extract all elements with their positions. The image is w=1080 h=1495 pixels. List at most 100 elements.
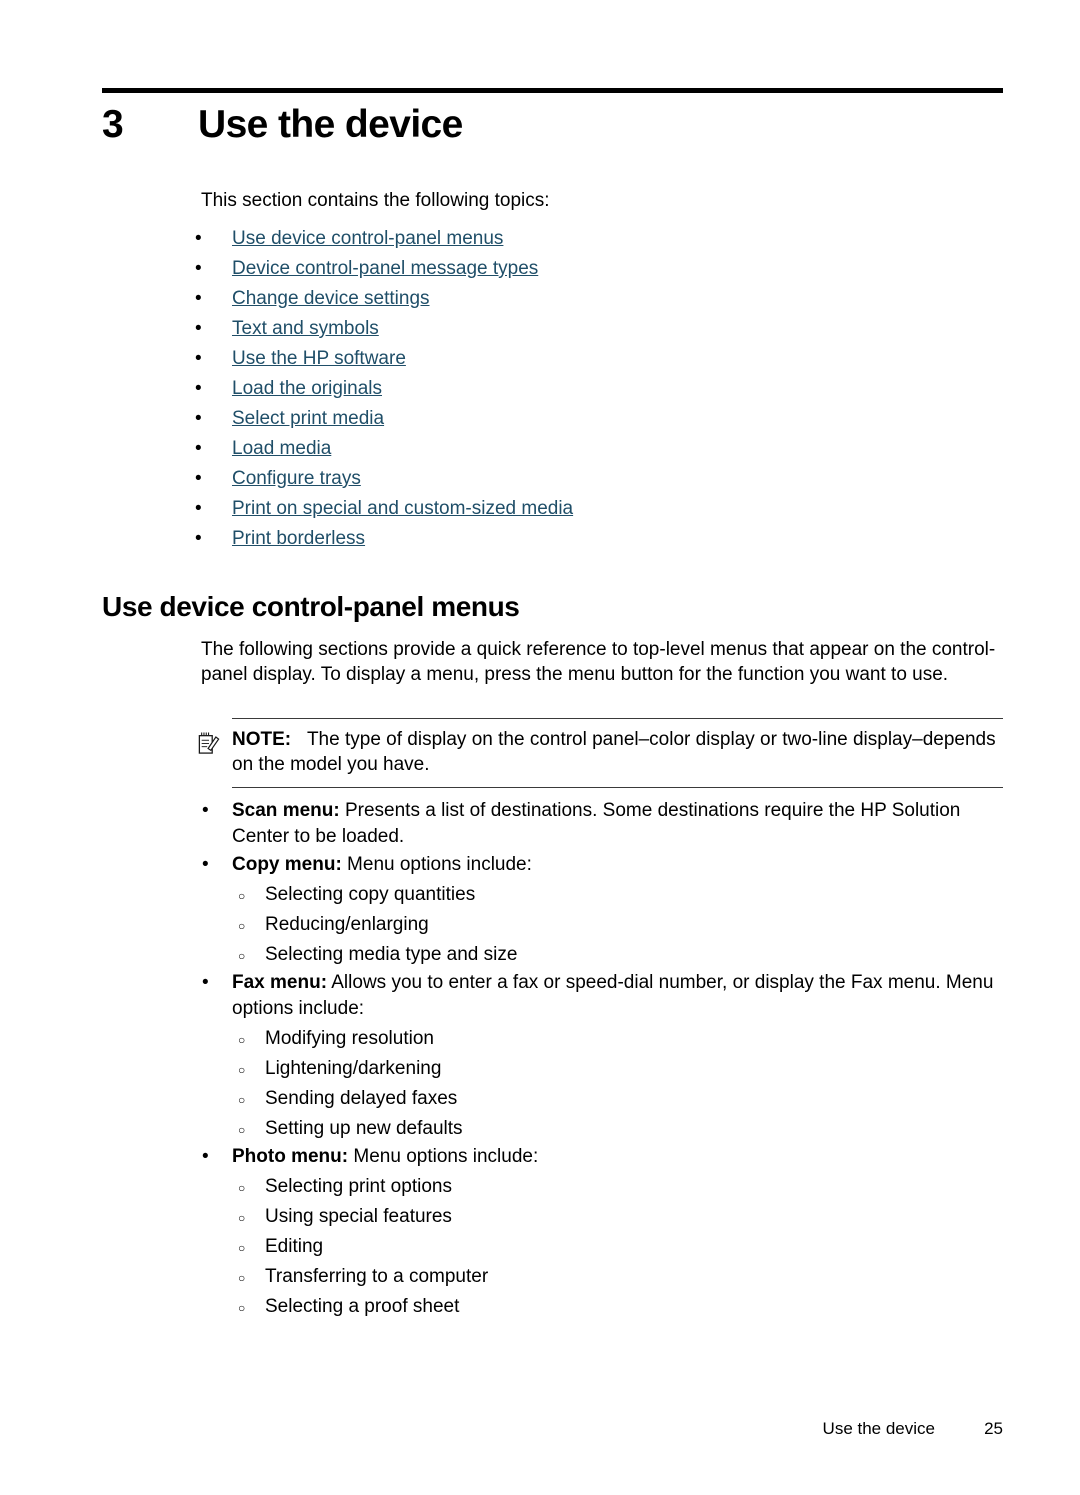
bullet-icon: • bbox=[202, 854, 209, 875]
chapter-number: 3 bbox=[102, 103, 124, 146]
hollow-bullet-icon: ○ bbox=[238, 919, 246, 933]
topic-link-list: • Use device control-panel menus • Device c… bbox=[195, 225, 1005, 555]
note-message: The type of display on the control panel… bbox=[232, 729, 996, 775]
menu-sub-list: ○ Selecting print options ○ Using special f… bbox=[195, 1172, 1005, 1322]
menu-sub-list: ○ Selecting copy quantities ○ Reducing/enla… bbox=[195, 880, 1005, 970]
document-page: 3 Use the device This section contains t… bbox=[0, 0, 1080, 1495]
menu-item-title: Copy menu: bbox=[232, 854, 342, 875]
menu-sub-list: ○ Modifying resolution ○ Lightening/darkeni… bbox=[195, 1024, 1005, 1144]
topic-row: • Select print media bbox=[195, 405, 1005, 435]
bullet-icon: • bbox=[195, 378, 202, 399]
menu-sub-item: ○ Transferring to a computer bbox=[195, 1262, 1005, 1292]
menu-sub-item-label: Selecting print options bbox=[265, 1176, 452, 1197]
note-callout: NOTE: The type of display on the control… bbox=[198, 718, 1003, 788]
hollow-bullet-icon: ○ bbox=[238, 1033, 246, 1047]
menu-sub-item: ○ Selecting copy quantities bbox=[195, 880, 1005, 910]
topic-link[interactable]: Print on special and custom-sized media bbox=[232, 495, 573, 522]
menu-sub-item: ○ Editing bbox=[195, 1232, 1005, 1262]
note-pencil-icon bbox=[198, 731, 220, 755]
section-heading: Use device control-panel menus bbox=[102, 591, 520, 622]
bullet-icon: • bbox=[195, 228, 202, 249]
menu-sub-item: ○ Using special features bbox=[195, 1202, 1005, 1232]
menu-sub-item-label: Setting up new defaults bbox=[265, 1118, 463, 1139]
menu-sub-item: ○ Selecting media type and size bbox=[195, 940, 1005, 970]
menu-sub-item: ○ Modifying resolution bbox=[195, 1024, 1005, 1054]
bullet-icon: • bbox=[195, 468, 202, 489]
topic-link[interactable]: Select print media bbox=[232, 405, 384, 432]
bullet-icon: • bbox=[195, 258, 202, 279]
intro-paragraph: This section contains the following topi… bbox=[201, 190, 550, 211]
menu-item: • Fax menu: Allows you to enter a fax or … bbox=[195, 970, 1005, 1144]
hollow-bullet-icon: ○ bbox=[238, 1093, 246, 1107]
chapter-header: 3 Use the device bbox=[102, 100, 1003, 160]
topic-link[interactable]: Device control-panel message types bbox=[232, 255, 538, 282]
bullet-icon: • bbox=[195, 408, 202, 429]
menu-item-description: Menu options include: bbox=[348, 1146, 539, 1167]
menu-description-list: • Scan menu: Presents a list of destinati… bbox=[195, 798, 1005, 1322]
topic-link[interactable]: Print borderless bbox=[232, 525, 365, 552]
menu-sub-item: ○ Setting up new defaults bbox=[195, 1114, 1005, 1144]
menu-item-title: Scan menu: bbox=[232, 800, 340, 821]
menu-sub-item-label: Selecting copy quantities bbox=[265, 884, 476, 905]
topic-link[interactable]: Load media bbox=[232, 435, 331, 462]
menu-item: • Photo menu: Menu options include: ○ Selec… bbox=[195, 1144, 1005, 1322]
bullet-icon: • bbox=[195, 528, 202, 549]
topic-row: • Use device control-panel menus bbox=[195, 225, 1005, 255]
menu-item-title: Fax menu: bbox=[232, 972, 328, 993]
menu-sub-item-label: Selecting media type and size bbox=[265, 944, 518, 965]
menu-sub-item-label: Editing bbox=[265, 1236, 324, 1257]
menu-sub-item-label: Using special features bbox=[265, 1206, 452, 1227]
note-bottom-rule bbox=[232, 787, 1003, 788]
note-label: NOTE: bbox=[232, 729, 292, 750]
note-text: NOTE: The type of display on the control… bbox=[232, 728, 1003, 777]
hollow-bullet-icon: ○ bbox=[238, 1211, 246, 1225]
menu-item-description: Menu options include: bbox=[341, 854, 532, 875]
menu-sub-item: ○ Sending delayed faxes bbox=[195, 1084, 1005, 1114]
topic-link[interactable]: Text and symbols bbox=[232, 315, 379, 342]
section-paragraph: The following sections provide a quick r… bbox=[201, 639, 996, 685]
hollow-bullet-icon: ○ bbox=[238, 1271, 246, 1285]
topic-row: • Print borderless bbox=[195, 525, 1005, 555]
hollow-bullet-icon: ○ bbox=[238, 949, 246, 963]
topic-row: • Change device settings bbox=[195, 285, 1005, 315]
bullet-icon: • bbox=[195, 438, 202, 459]
menu-item-title: Photo menu: bbox=[232, 1146, 349, 1167]
bullet-icon: • bbox=[195, 498, 202, 519]
topic-link[interactable]: Use the HP software bbox=[232, 345, 406, 372]
bullet-icon: • bbox=[195, 288, 202, 309]
menu-item-text: Photo menu: Menu options include: bbox=[232, 1144, 1005, 1172]
hollow-bullet-icon: ○ bbox=[238, 1301, 246, 1315]
topic-row: • Configure trays bbox=[195, 465, 1005, 495]
hollow-bullet-icon: ○ bbox=[238, 889, 246, 903]
topic-row: • Print on special and custom-sized media bbox=[195, 495, 1005, 525]
chapter-title: Use the device bbox=[198, 103, 463, 146]
menu-sub-item-label: Sending delayed faxes bbox=[265, 1088, 458, 1109]
topic-link[interactable]: Use device control-panel menus bbox=[232, 225, 503, 252]
hollow-bullet-icon: ○ bbox=[238, 1063, 246, 1077]
menu-sub-item: ○ Reducing/enlarging bbox=[195, 910, 1005, 940]
menu-sub-item-label: Selecting a proof sheet bbox=[265, 1296, 460, 1317]
menu-item-text: Scan menu: Presents a list of destinatio… bbox=[232, 798, 1005, 852]
menu-sub-item-label: Reducing/enlarging bbox=[265, 914, 429, 935]
menu-sub-item: ○ Lightening/darkening bbox=[195, 1054, 1005, 1084]
bullet-icon: • bbox=[202, 1146, 209, 1167]
topic-row: • Load the originals bbox=[195, 375, 1005, 405]
hollow-bullet-icon: ○ bbox=[238, 1181, 246, 1195]
topic-row: • Device control-panel message types bbox=[195, 255, 1005, 285]
topic-row: • Use the HP software bbox=[195, 345, 1005, 375]
topic-row: • Text and symbols bbox=[195, 315, 1005, 345]
menu-sub-item-label: Transferring to a computer bbox=[265, 1266, 489, 1287]
menu-sub-item-label: Modifying resolution bbox=[265, 1028, 434, 1049]
topic-link[interactable]: Load the originals bbox=[232, 375, 382, 402]
chapter-divider-rule bbox=[102, 88, 1003, 93]
menu-item: • Copy menu: Menu options include: ○ Select… bbox=[195, 852, 1005, 970]
bullet-icon: • bbox=[202, 800, 209, 821]
topic-link[interactable]: Configure trays bbox=[232, 465, 361, 492]
note-message-text: The type of display on the control panel… bbox=[232, 729, 996, 775]
menu-sub-item: ○ Selecting print options bbox=[195, 1172, 1005, 1202]
menu-item-text: Fax menu: Allows you to enter a fax or s… bbox=[232, 970, 1005, 1024]
topic-row: • Load media bbox=[195, 435, 1005, 465]
menu-sub-item: ○ Selecting a proof sheet bbox=[195, 1292, 1005, 1322]
topic-link[interactable]: Change device settings bbox=[232, 285, 430, 312]
menu-item-text: Copy menu: Menu options include: bbox=[232, 852, 1005, 880]
